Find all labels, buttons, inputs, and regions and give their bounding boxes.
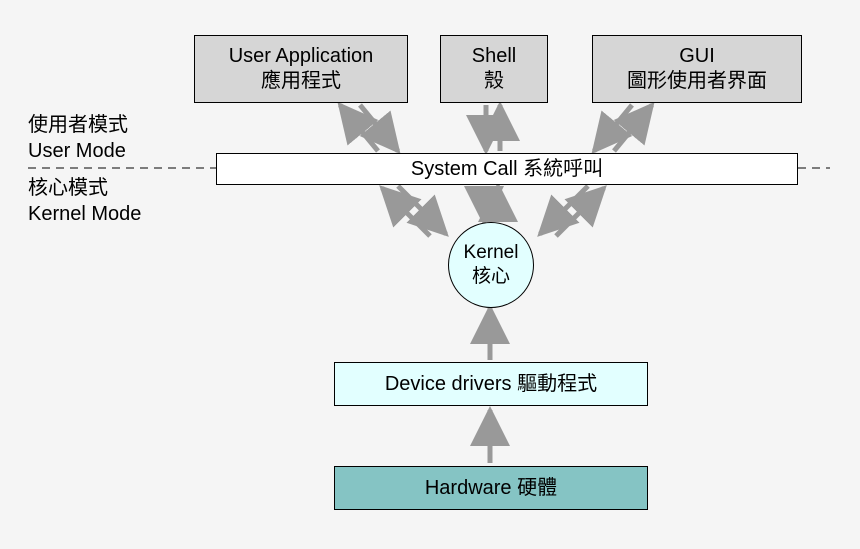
box-shell-zh: 殼 <box>484 69 504 94</box>
box-system-call: System Call 系統呼叫 <box>216 153 798 185</box>
box-hardware-label: Hardware 硬體 <box>425 476 557 501</box>
box-user-application-en: User Application <box>229 44 374 69</box>
box-gui-zh: 圖形使用者界面 <box>627 69 767 94</box>
box-hardware: Hardware 硬體 <box>334 466 648 510</box>
box-user-application: User Application 應用程式 <box>194 35 408 103</box>
label-kernel-mode-zh: 核心模式 <box>28 175 141 201</box>
box-gui: GUI 圖形使用者界面 <box>592 35 802 103</box>
box-gui-en: GUI <box>679 44 715 69</box>
label-kernel-mode-en: Kernel Mode <box>28 201 141 227</box>
label-user-mode: 使用者模式 User Mode <box>28 112 128 164</box>
label-kernel-mode: 核心模式 Kernel Mode <box>28 175 141 227</box>
box-device-drivers: Device drivers 驅動程式 <box>334 362 648 406</box>
box-shell-en: Shell <box>472 44 516 69</box>
box-device-drivers-label: Device drivers 驅動程式 <box>385 372 597 397</box>
circle-kernel-en: Kernel <box>464 241 519 265</box>
diagram-canvas: 使用者模式 User Mode 核心模式 Kernel Mode User Ap… <box>0 0 860 549</box>
box-user-application-zh: 應用程式 <box>261 69 341 94</box>
box-shell: Shell 殼 <box>440 35 548 103</box>
box-system-call-label: System Call 系統呼叫 <box>411 157 603 182</box>
circle-kernel: Kernel 核心 <box>448 222 534 308</box>
label-user-mode-en: User Mode <box>28 138 128 164</box>
label-user-mode-zh: 使用者模式 <box>28 112 128 138</box>
circle-kernel-zh: 核心 <box>472 265 510 289</box>
